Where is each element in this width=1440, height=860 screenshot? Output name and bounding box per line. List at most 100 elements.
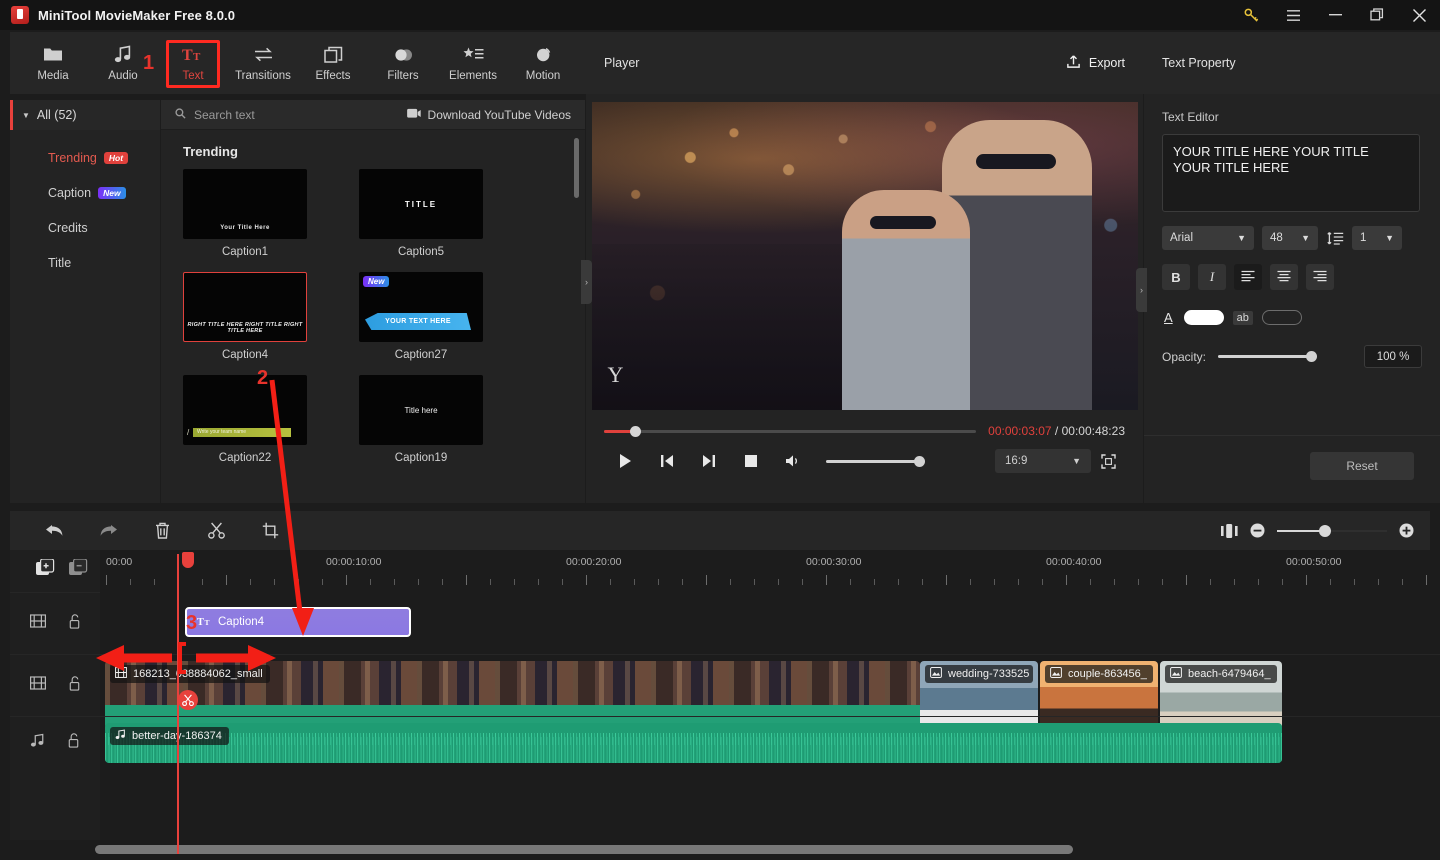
text-editor-input[interactable]: YOUR TITLE HERE YOUR TITLE YOUR TITLE HE… bbox=[1162, 134, 1420, 212]
remove-track-icon[interactable] bbox=[69, 558, 88, 583]
tab-audio[interactable]: Audio bbox=[88, 34, 158, 92]
music-note-icon[interactable] bbox=[30, 733, 45, 753]
clip-audio-betterday[interactable]: better-day-186374 bbox=[105, 723, 1282, 763]
template-card-caption5[interactable]: TITLE Caption5 bbox=[359, 169, 483, 258]
opacity-value[interactable]: 100 % bbox=[1364, 345, 1422, 368]
tab-text[interactable]: T T Text bbox=[158, 34, 228, 92]
font-family-select[interactable]: Arial ▼ bbox=[1162, 226, 1254, 250]
timeline-zoom-slider[interactable] bbox=[1277, 524, 1387, 537]
zoom-in-button[interactable] bbox=[1399, 523, 1414, 538]
background-color-swatch[interactable] bbox=[1261, 310, 1302, 325]
tab-media[interactable]: Media bbox=[18, 34, 88, 92]
opacity-slider[interactable] bbox=[1218, 351, 1318, 362]
fullscreen-button[interactable] bbox=[1091, 448, 1125, 474]
timecode-display: 00:00:03:07 / 00:00:48:23 bbox=[988, 424, 1125, 438]
bold-button[interactable]: B bbox=[1162, 264, 1190, 290]
tab-elements[interactable]: Elements bbox=[438, 34, 508, 92]
zoom-handle[interactable] bbox=[1319, 524, 1331, 537]
export-button[interactable]: Export bbox=[1066, 54, 1125, 72]
align-center-icon bbox=[1277, 270, 1291, 285]
reset-button[interactable]: Reset bbox=[1310, 452, 1414, 480]
ruler-tick bbox=[322, 579, 323, 585]
align-right-button[interactable] bbox=[1306, 264, 1334, 290]
app-title: MiniTool MovieMaker Free 8.0.0 bbox=[38, 7, 236, 23]
unlock-icon[interactable] bbox=[68, 675, 81, 696]
expand-panel-chevron-icon[interactable]: › bbox=[581, 260, 592, 304]
unlock-icon[interactable] bbox=[68, 613, 81, 634]
sidebar-item-credits[interactable]: Credits bbox=[10, 210, 160, 245]
new-badge: New bbox=[363, 276, 390, 287]
volume-icon[interactable] bbox=[772, 448, 814, 474]
line-spacing-value: 1 bbox=[1360, 232, 1367, 244]
align-center-button[interactable] bbox=[1270, 264, 1298, 290]
redo-button[interactable] bbox=[94, 517, 122, 545]
video-track-icon[interactable] bbox=[30, 614, 47, 633]
stop-button[interactable] bbox=[730, 448, 772, 474]
template-card-caption4[interactable]: RIGHT TITLE HERE RIGHT TITLE RIGHT TITLE… bbox=[183, 272, 307, 361]
template-card-caption22[interactable]: / Write your team name Caption22 bbox=[183, 375, 307, 464]
svg-text:T: T bbox=[182, 47, 193, 63]
line-spacing-select[interactable]: 1 ▼ bbox=[1352, 226, 1402, 250]
preview-text-overlay[interactable]: Y bbox=[608, 362, 624, 388]
license-key-icon[interactable] bbox=[1230, 0, 1272, 30]
crop-button[interactable] bbox=[256, 517, 284, 545]
zoom-out-button[interactable] bbox=[1250, 523, 1265, 538]
fit-to-timeline-icon[interactable] bbox=[1221, 523, 1238, 538]
sidebar-all-row[interactable]: ▼ All (52) bbox=[10, 100, 160, 130]
download-youtube-button[interactable]: Download YouTube Videos bbox=[406, 107, 571, 122]
template-card-caption27[interactable]: New YOUR TEXT HERE Caption27 bbox=[359, 272, 483, 361]
split-marker-icon[interactable] bbox=[178, 690, 198, 710]
play-button[interactable] bbox=[604, 448, 646, 474]
font-size-select[interactable]: 48 ▼ bbox=[1262, 226, 1318, 250]
unlock-icon[interactable] bbox=[67, 732, 80, 753]
split-button[interactable] bbox=[202, 517, 230, 545]
italic-button[interactable]: I bbox=[1198, 264, 1226, 290]
search-input[interactable]: Search text bbox=[175, 108, 255, 122]
seek-handle[interactable] bbox=[630, 425, 641, 437]
add-track-icon[interactable] bbox=[36, 558, 55, 583]
clip-caption4[interactable]: T T Caption4 bbox=[185, 607, 411, 637]
previous-frame-button[interactable] bbox=[646, 448, 688, 474]
seek-slider[interactable] bbox=[604, 425, 977, 437]
background-color-icon: ab bbox=[1232, 310, 1253, 325]
volume-slider[interactable] bbox=[826, 455, 925, 467]
template-card-caption19[interactable]: Title here Caption19 bbox=[359, 375, 483, 464]
playhead-handle[interactable] bbox=[182, 552, 194, 568]
collapse-panel-chevron-icon[interactable]: › bbox=[1136, 268, 1147, 312]
gallery-scrollbar[interactable] bbox=[574, 138, 579, 198]
timeline-ruler[interactable]: 00:00 00:00:10:00 00:00:20:00 00:00:30:0… bbox=[100, 550, 1440, 592]
track-audio[interactable]: better-day-186374 bbox=[100, 716, 1440, 768]
download-youtube-label: Download YouTube Videos bbox=[427, 107, 571, 122]
undo-button[interactable] bbox=[40, 517, 68, 545]
tab-filters[interactable]: Filters bbox=[368, 34, 438, 92]
menu-icon[interactable] bbox=[1272, 0, 1314, 30]
track-video[interactable]: 168213_038884062_small wedding-733525 co… bbox=[100, 654, 1440, 729]
opacity-handle[interactable] bbox=[1306, 351, 1318, 362]
template-card-caption1[interactable]: Your Title Here Caption1 bbox=[183, 169, 307, 258]
delete-button[interactable] bbox=[148, 517, 176, 545]
ruler-tick bbox=[634, 579, 635, 585]
maximize-button[interactable] bbox=[1356, 0, 1398, 30]
sidebar-item-title[interactable]: Title bbox=[10, 245, 160, 280]
align-left-button[interactable] bbox=[1234, 264, 1262, 290]
tab-effects[interactable]: Effects bbox=[298, 34, 368, 92]
video-track-icon[interactable] bbox=[30, 676, 47, 695]
tab-transitions[interactable]: Transitions bbox=[228, 34, 298, 92]
sidebar-item-trending[interactable]: Trending Hot bbox=[10, 140, 160, 175]
panel-title: Text Property bbox=[1162, 56, 1236, 70]
aspect-ratio-select[interactable]: 16:9 ▼ bbox=[995, 449, 1091, 473]
next-frame-button[interactable] bbox=[688, 448, 730, 474]
sidebar-item-caption[interactable]: Caption New bbox=[10, 175, 160, 210]
ruler-tick bbox=[1066, 575, 1067, 585]
timeline-hscrollbar-thumb[interactable] bbox=[95, 845, 1073, 854]
track-text[interactable]: T T Caption4 bbox=[100, 592, 1440, 654]
text-color-swatch[interactable] bbox=[1183, 310, 1224, 325]
minimize-button[interactable] bbox=[1314, 0, 1356, 30]
volume-handle[interactable] bbox=[914, 455, 925, 467]
close-button[interactable] bbox=[1398, 0, 1440, 30]
video-preview[interactable]: Y bbox=[591, 102, 1138, 410]
timeline-hscrollbar[interactable] bbox=[95, 845, 1435, 854]
ruler-tick bbox=[754, 579, 755, 585]
tab-motion[interactable]: Motion bbox=[508, 34, 578, 92]
ruler-label: 00:00:20:00 bbox=[566, 556, 622, 568]
